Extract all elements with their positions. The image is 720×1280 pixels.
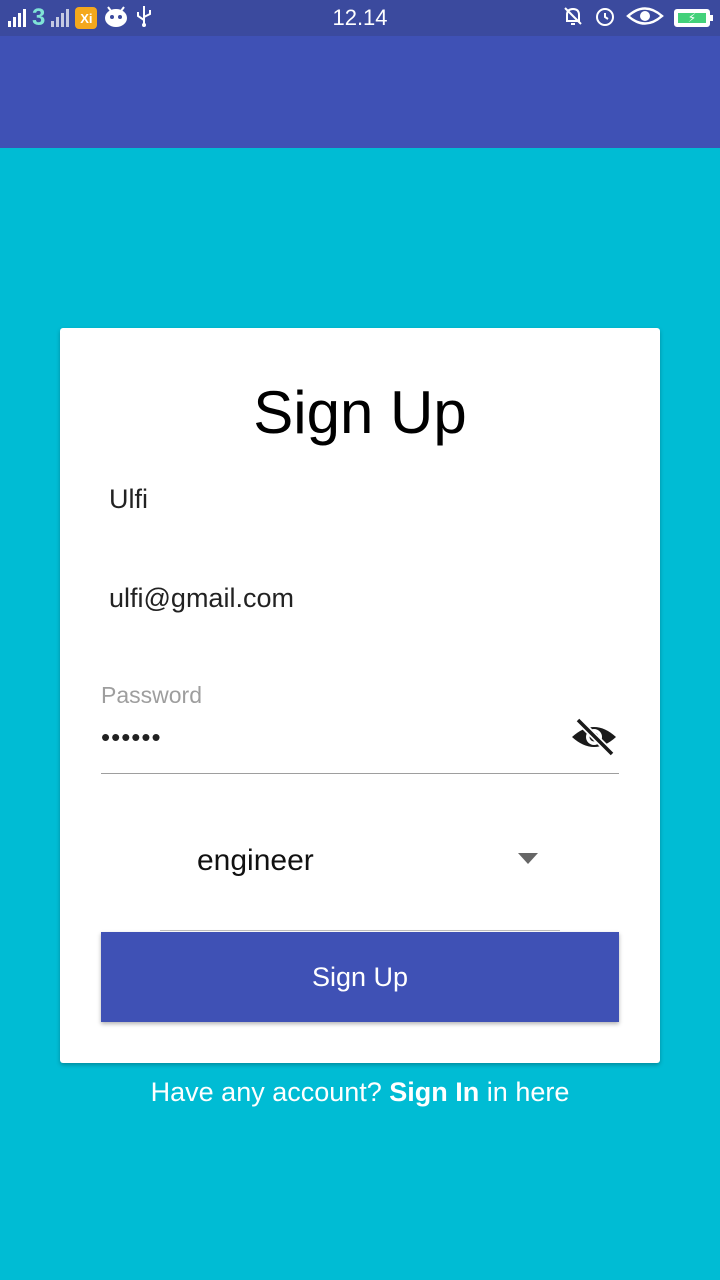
password-label: Password bbox=[101, 682, 202, 708]
status-bar: 3 Xi 12.14 ⚡ bbox=[0, 0, 720, 36]
app-bar bbox=[0, 36, 720, 148]
password-field[interactable]: •••••• bbox=[101, 722, 162, 753]
status-icons-right: ⚡ bbox=[562, 4, 713, 32]
dropdown-underline bbox=[160, 930, 560, 931]
footer-signin-prompt: Have any account? Sign In in here bbox=[0, 1077, 720, 1108]
footer-suffix-text: in here bbox=[479, 1077, 570, 1107]
role-dropdown[interactable]: engineer bbox=[160, 820, 560, 931]
page-title: Sign Up bbox=[253, 379, 467, 446]
sign-up-button[interactable]: Sign Up bbox=[101, 932, 619, 1022]
email-field[interactable]: ulfi@gmail.com bbox=[109, 583, 294, 614]
eye-off-icon bbox=[570, 717, 618, 762]
eye-icon bbox=[626, 5, 664, 32]
battery-charging-icon: ⚡ bbox=[674, 9, 713, 27]
alarm-icon bbox=[594, 5, 616, 32]
footer-prefix-text: Have any account? bbox=[150, 1077, 390, 1107]
sign-in-link[interactable]: Sign In bbox=[389, 1077, 479, 1107]
name-field[interactable]: Ulfi bbox=[109, 484, 148, 515]
dropdown-arrow-icon bbox=[518, 853, 538, 864]
bell-off-icon bbox=[562, 5, 584, 32]
password-underline bbox=[101, 773, 619, 774]
password-visibility-toggle[interactable] bbox=[568, 716, 620, 762]
role-selected-value: engineer bbox=[197, 844, 314, 877]
